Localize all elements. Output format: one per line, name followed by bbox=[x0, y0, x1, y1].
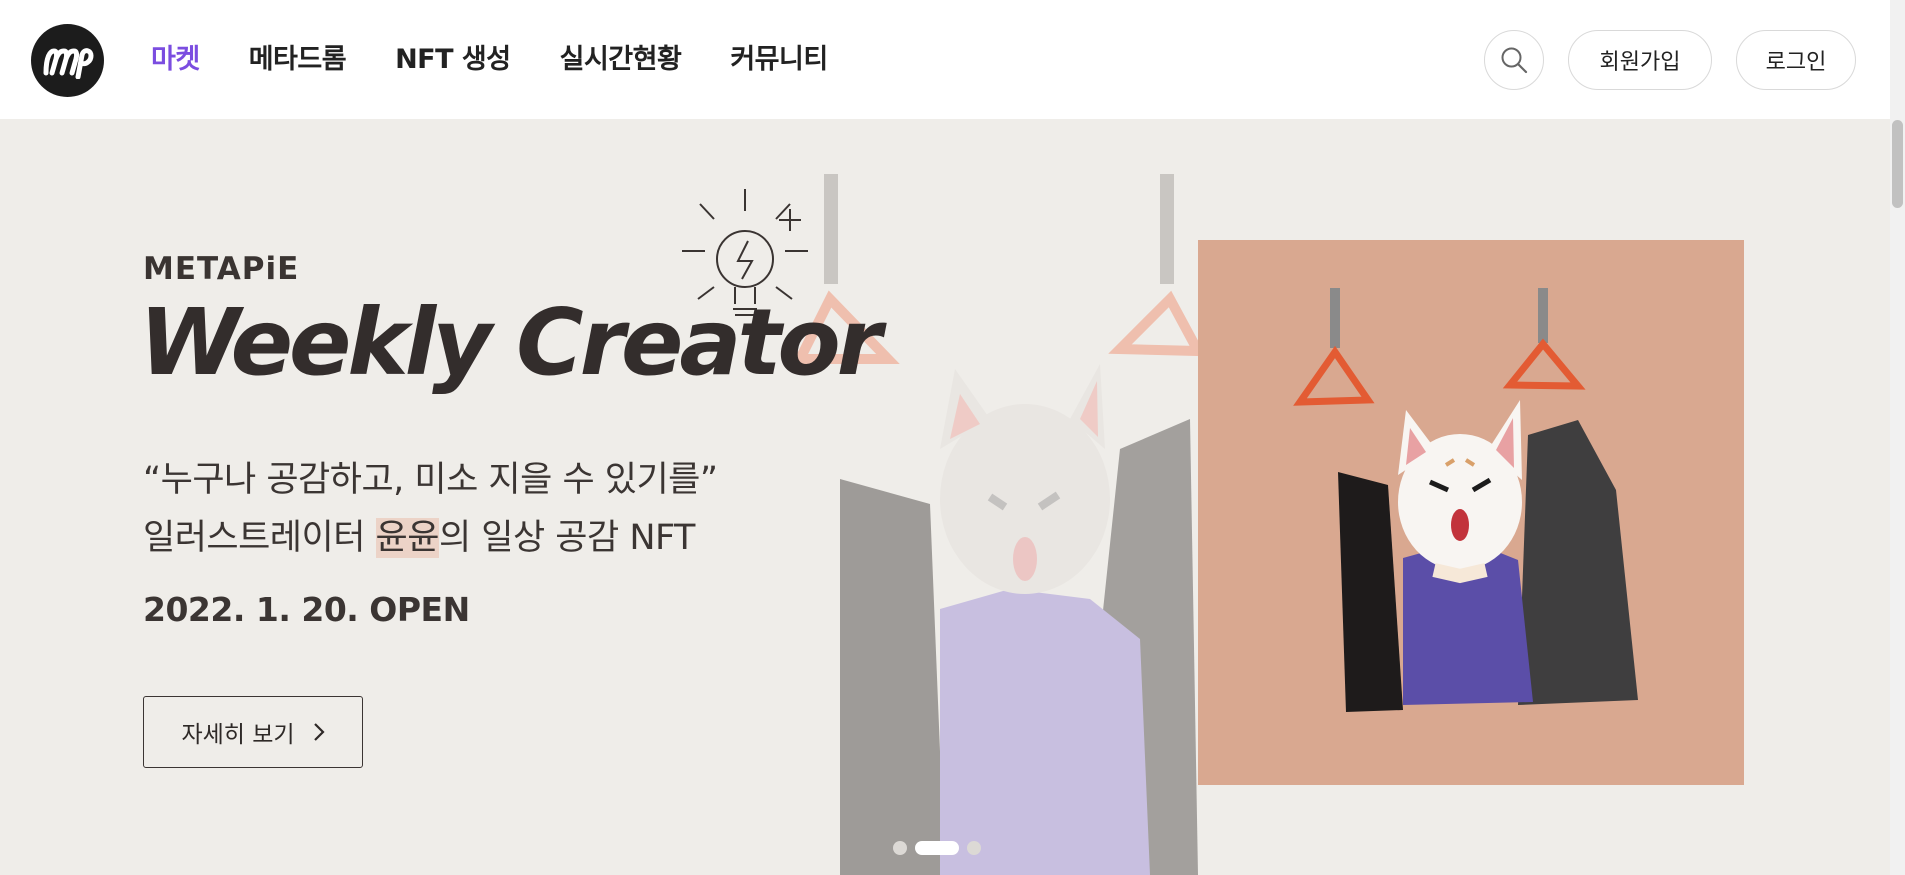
scrollbar-thumb[interactable] bbox=[1892, 120, 1903, 208]
carousel-indicators bbox=[893, 841, 981, 855]
nav-community[interactable]: 커뮤니티 bbox=[730, 38, 828, 82]
nav-metadrome[interactable]: 메타드롬 bbox=[249, 38, 347, 82]
view-details-label: 자세히 보기 bbox=[181, 722, 295, 748]
nav-live-status[interactable]: 실시간현황 bbox=[560, 38, 682, 82]
hero-headline: Weekly Creator bbox=[139, 289, 882, 396]
search-icon bbox=[1501, 47, 1528, 74]
open-date: 2022. 1. 20. OPEN bbox=[143, 590, 470, 629]
page-scrollbar[interactable] bbox=[1890, 0, 1905, 875]
carousel-dot-1[interactable] bbox=[893, 841, 907, 855]
hero-tagline: “누구나 공감하고, 미소 지을 수 있기를” 일러스트레이터 윤윤의 일상 공… bbox=[143, 451, 718, 567]
search-button[interactable] bbox=[1484, 30, 1544, 90]
carousel-dot-3[interactable] bbox=[967, 841, 981, 855]
main-nav: 마켓 메타드롬 NFT 생성 실시간현황 커뮤니티 bbox=[151, 38, 877, 82]
chevron-right-icon bbox=[313, 723, 325, 741]
featured-nft-artwork[interactable] bbox=[1198, 240, 1744, 785]
signup-button[interactable]: 회원가입 bbox=[1568, 30, 1712, 90]
hero-quote: “누구나 공감하고, 미소 지을 수 있기를” bbox=[143, 460, 718, 500]
hero-banner: METAPiE Weekly Creator “누구나 공감하고, 미소 지을 … bbox=[0, 119, 1890, 875]
login-button[interactable]: 로그인 bbox=[1736, 30, 1856, 90]
top-header: 마켓 메타드롬 NFT 생성 실시간현황 커뮤니티 회원가입 로그인 bbox=[0, 0, 1890, 119]
brand-wordmark: METAPiE bbox=[143, 251, 300, 287]
nav-market[interactable]: 마켓 bbox=[151, 38, 200, 82]
metapie-logo[interactable] bbox=[31, 24, 104, 97]
view-details-button[interactable]: 자세히 보기 bbox=[143, 696, 363, 768]
hero-subtitle: 일러스트레이터 윤윤의 일상 공감 NFT bbox=[143, 509, 718, 567]
carousel-dot-2[interactable] bbox=[915, 841, 959, 855]
nav-nft-create[interactable]: NFT 생성 bbox=[395, 38, 511, 82]
subtitle-prefix: 일러스트레이터 bbox=[143, 518, 376, 558]
cat-commuter-illustration bbox=[1293, 288, 1638, 712]
artist-name-highlight: 윤윤 bbox=[375, 518, 439, 558]
subtitle-suffix: 의 일상 공감 NFT bbox=[438, 518, 695, 558]
